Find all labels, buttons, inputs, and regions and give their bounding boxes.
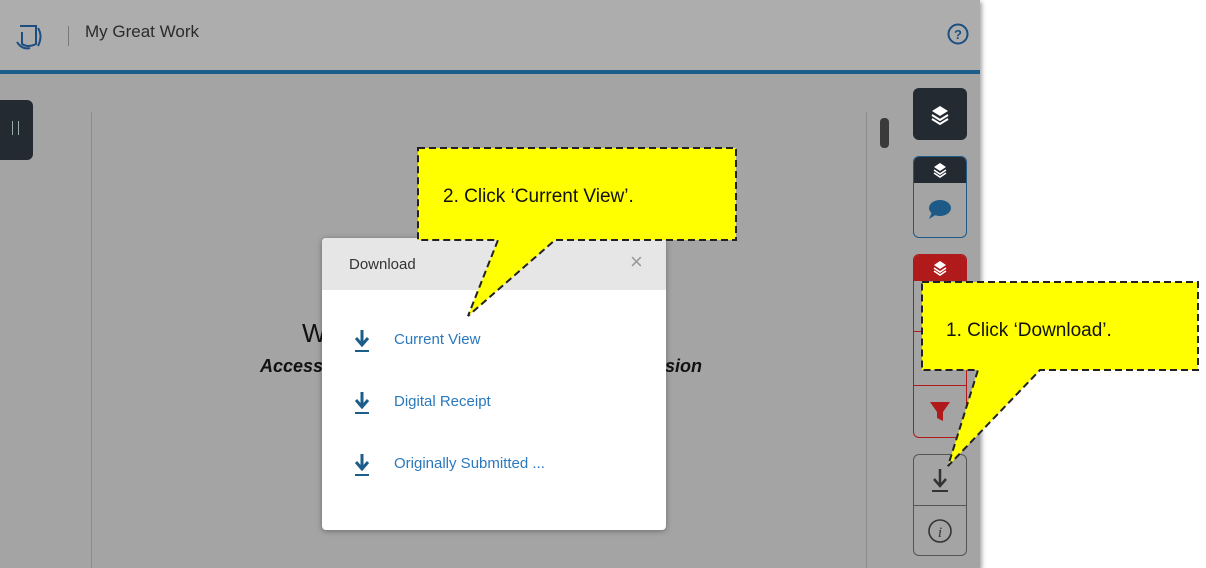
callout-text-step2: 2. Click ‘Current View’. [443,186,634,207]
download-dialog: Download × Current View Digital Receipt … [322,238,666,530]
side-panel-toggle[interactable] [0,100,33,160]
download-digital-receipt[interactable]: Digital Receipt [352,390,642,420]
download-current-view[interactable]: Current View [352,328,642,358]
page-title: My Great Work [85,22,199,41]
help-icon[interactable]: ? [946,22,970,46]
feedback-layer-header [914,157,966,183]
filter-icon[interactable] [914,386,966,438]
layers-icon [931,106,949,126]
download-icon [354,454,370,476]
top-bar: My Great Work ? [0,0,980,74]
comment-bubble-icon [929,200,951,219]
feedback-comments-button[interactable] [913,156,967,238]
download-originally-submitted[interactable]: Originally Submitted ... [352,452,642,482]
download-option-label: Originally Submitted ... [394,455,545,472]
document-subtitle-right: sion [665,356,703,376]
download-info-group: i [913,454,967,556]
similarity-layer-header [914,255,966,281]
download-icon [354,392,370,414]
download-icon [354,330,370,352]
download-option-label: Current View [394,331,481,348]
download-option-label: Digital Receipt [394,393,491,410]
info-icon[interactable]: i [914,506,966,556]
scrollbar-thumb[interactable] [880,118,889,148]
callout-text-step1: 1. Click ‘Download’. [946,320,1112,341]
svg-text:i: i [938,525,942,541]
header-divider [68,26,69,46]
page-left-edge [91,112,92,568]
layers-button[interactable] [913,88,967,140]
download-button-icon[interactable] [914,455,966,505]
layers-icon [933,261,947,276]
feedback-studio-logo-icon[interactable] [14,22,44,52]
similarity-panel[interactable] [913,254,967,438]
drag-handle-icon [12,121,19,135]
page-right-edge [866,112,867,568]
close-icon[interactable]: × [630,251,643,273]
layers-icon [933,163,947,178]
dialog-title: Download [349,256,416,273]
dialog-header: Download × [322,238,666,290]
svg-text:?: ? [954,27,962,42]
document-subtitle-left: Access [260,356,324,376]
